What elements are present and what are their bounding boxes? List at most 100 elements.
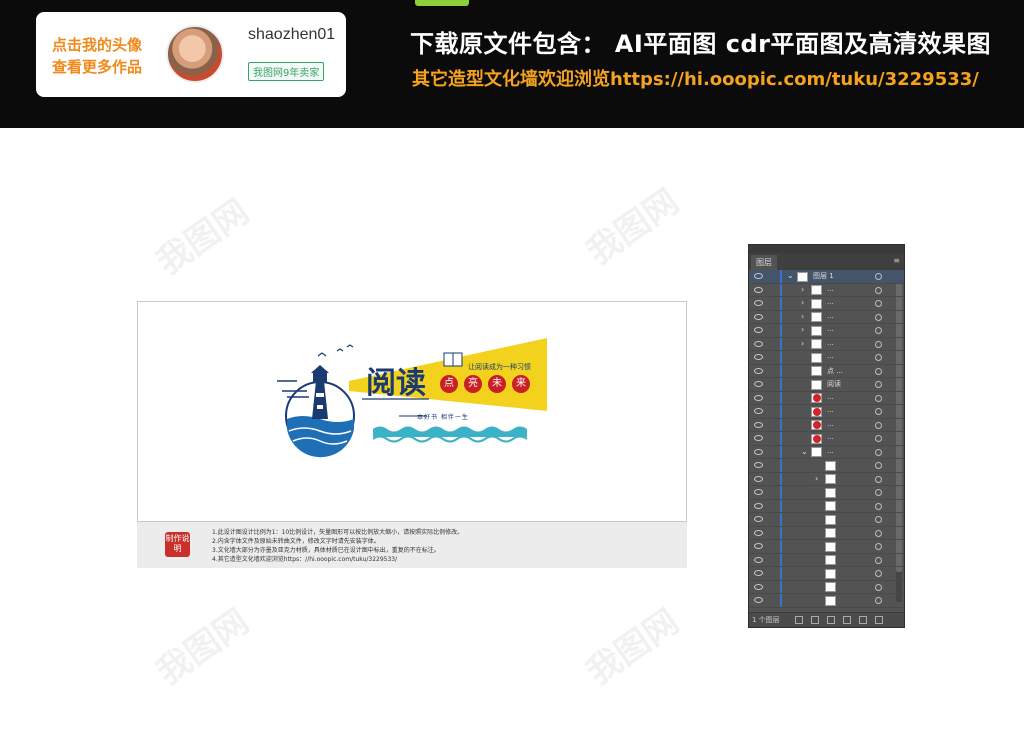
layer-name[interactable]: ... bbox=[827, 420, 834, 428]
layer-row[interactable]: › bbox=[749, 472, 904, 486]
visibility-eye-icon[interactable] bbox=[754, 435, 763, 441]
target-circle-icon[interactable] bbox=[875, 570, 882, 577]
browse-link-text[interactable]: 其它造型文化墙欢迎浏览https://hi.ooopic.com/tuku/32… bbox=[412, 65, 979, 91]
layer-row[interactable] bbox=[749, 486, 904, 500]
target-circle-icon[interactable] bbox=[875, 462, 882, 469]
layer-row[interactable]: ... bbox=[749, 418, 904, 432]
layer-row[interactable] bbox=[749, 459, 904, 473]
clipping-mask-icon[interactable] bbox=[827, 616, 835, 624]
visibility-eye-icon[interactable] bbox=[754, 381, 763, 387]
new-layer-icon[interactable] bbox=[859, 616, 867, 624]
target-circle-icon[interactable] bbox=[875, 583, 882, 591]
visibility-eye-icon[interactable] bbox=[754, 529, 763, 536]
visibility-eye-icon[interactable] bbox=[754, 313, 763, 320]
visibility-eye-icon[interactable] bbox=[754, 462, 763, 468]
visibility-eye-icon[interactable] bbox=[754, 448, 763, 455]
expand-toggle-icon[interactable]: › bbox=[801, 285, 804, 294]
layer-row[interactable] bbox=[749, 540, 904, 554]
target-circle-icon[interactable] bbox=[875, 421, 882, 429]
visibility-eye-icon[interactable] bbox=[754, 421, 763, 428]
target-circle-icon[interactable] bbox=[875, 273, 882, 280]
layer-row[interactable]: ... bbox=[749, 405, 904, 419]
layer-name[interactable]: 点 ... bbox=[827, 366, 843, 376]
layer-row[interactable] bbox=[749, 499, 904, 513]
visibility-eye-icon[interactable] bbox=[754, 273, 763, 279]
layer-name[interactable]: ... bbox=[827, 325, 834, 333]
target-circle-icon[interactable] bbox=[875, 367, 882, 375]
target-circle-icon[interactable] bbox=[875, 327, 882, 334]
target-circle-icon[interactable] bbox=[875, 489, 882, 496]
layer-row[interactable]: ... bbox=[749, 351, 904, 365]
visibility-eye-icon[interactable] bbox=[754, 597, 763, 603]
visibility-eye-icon[interactable] bbox=[754, 489, 763, 495]
expand-toggle-icon[interactable]: › bbox=[801, 312, 804, 321]
layer-name[interactable]: ... bbox=[827, 298, 834, 306]
layer-name[interactable]: ... bbox=[827, 285, 834, 293]
expand-toggle-icon[interactable]: ⌄ bbox=[787, 271, 794, 280]
visibility-eye-icon[interactable] bbox=[754, 475, 763, 482]
layer-name[interactable]: ... bbox=[827, 312, 834, 320]
visibility-eye-icon[interactable] bbox=[754, 286, 763, 293]
target-circle-icon[interactable] bbox=[875, 381, 882, 388]
target-circle-icon[interactable] bbox=[875, 529, 882, 537]
layer-row[interactable] bbox=[749, 553, 904, 567]
panel-titlebar[interactable] bbox=[749, 245, 904, 253]
visibility-eye-icon[interactable] bbox=[754, 556, 763, 563]
target-circle-icon[interactable] bbox=[875, 448, 882, 456]
target-circle-icon[interactable] bbox=[875, 286, 882, 294]
target-circle-icon[interactable] bbox=[875, 502, 882, 510]
target-circle-icon[interactable] bbox=[875, 516, 882, 523]
visibility-eye-icon[interactable] bbox=[754, 327, 763, 333]
locate-object-icon[interactable] bbox=[811, 616, 819, 624]
visibility-eye-icon[interactable] bbox=[754, 570, 763, 576]
layer-row[interactable]: ›... bbox=[749, 297, 904, 311]
layer-row[interactable]: ... bbox=[749, 432, 904, 446]
target-circle-icon[interactable] bbox=[875, 543, 882, 550]
avatar[interactable] bbox=[166, 25, 224, 83]
layer-row[interactable] bbox=[749, 594, 904, 608]
layer-row[interactable]: ⌄ 图层 1 bbox=[749, 270, 904, 284]
layer-name[interactable]: ... bbox=[827, 339, 834, 347]
layer-row[interactable] bbox=[749, 526, 904, 540]
visibility-eye-icon[interactable] bbox=[754, 583, 763, 590]
author-cta[interactable]: 点击我的头像 查看更多作品 bbox=[52, 34, 162, 78]
expand-toggle-icon[interactable]: › bbox=[815, 474, 818, 483]
layer-row[interactable]: ›... bbox=[749, 337, 904, 351]
target-circle-icon[interactable] bbox=[875, 597, 882, 604]
layer-row[interactable]: ⌄... bbox=[749, 445, 904, 459]
expand-toggle-icon[interactable]: › bbox=[801, 325, 804, 334]
layer-row[interactable] bbox=[749, 513, 904, 527]
visibility-eye-icon[interactable] bbox=[754, 408, 763, 414]
tab-layers[interactable]: 图层 bbox=[751, 255, 777, 270]
panel-menu-icon[interactable]: ≡ bbox=[893, 256, 900, 265]
expand-toggle-icon[interactable]: ⌄ bbox=[801, 447, 808, 456]
visibility-eye-icon[interactable] bbox=[754, 354, 763, 360]
target-circle-icon[interactable] bbox=[875, 556, 882, 564]
target-circle-icon[interactable] bbox=[875, 354, 882, 361]
layer-name[interactable]: 图层 1 bbox=[813, 271, 834, 281]
target-circle-icon[interactable] bbox=[875, 340, 882, 348]
layer-row[interactable] bbox=[749, 580, 904, 594]
layer-name[interactable]: ... bbox=[827, 447, 834, 455]
target-circle-icon[interactable] bbox=[875, 435, 882, 442]
layer-name[interactable]: 阅读 bbox=[827, 379, 841, 389]
author-name[interactable]: shaozhen01 bbox=[248, 26, 335, 44]
author-card[interactable]: 点击我的头像 查看更多作品 shaozhen01 我图网9年卖家 bbox=[36, 12, 346, 97]
layer-row[interactable] bbox=[749, 567, 904, 581]
expand-toggle-icon[interactable]: › bbox=[801, 339, 804, 348]
visibility-eye-icon[interactable] bbox=[754, 543, 763, 549]
target-circle-icon[interactable] bbox=[875, 475, 882, 483]
visibility-eye-icon[interactable] bbox=[754, 340, 763, 347]
export-icon[interactable] bbox=[795, 616, 803, 624]
layer-name[interactable]: ... bbox=[827, 433, 834, 441]
visibility-eye-icon[interactable] bbox=[754, 502, 763, 509]
layer-row[interactable]: ›... bbox=[749, 310, 904, 324]
layer-name[interactable]: ... bbox=[827, 406, 834, 414]
layer-name[interactable]: ... bbox=[827, 352, 834, 360]
visibility-eye-icon[interactable] bbox=[754, 300, 763, 306]
layer-row[interactable]: 点 ... bbox=[749, 364, 904, 378]
layer-row[interactable]: ›... bbox=[749, 324, 904, 338]
visibility-eye-icon[interactable] bbox=[754, 516, 763, 522]
layer-row[interactable]: 阅读 bbox=[749, 378, 904, 392]
delete-layer-icon[interactable] bbox=[875, 616, 883, 624]
